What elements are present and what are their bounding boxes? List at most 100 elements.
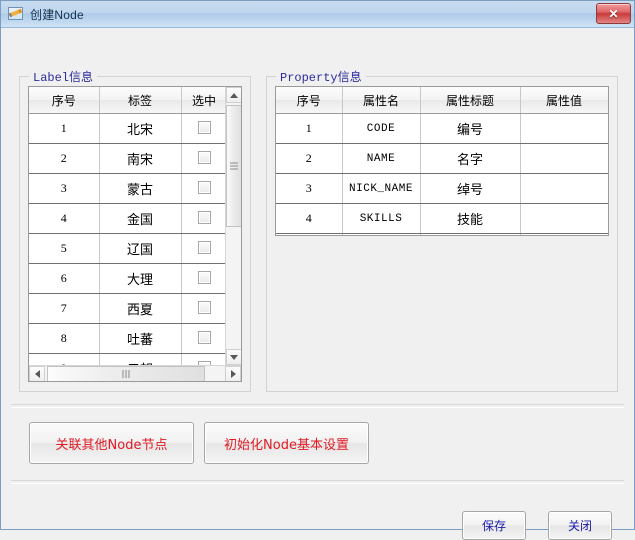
horizontal-scroll-thumb[interactable]: [47, 366, 205, 381]
label-info-legend: Label信息: [29, 68, 98, 85]
property-cell-title: 编号: [420, 113, 521, 144]
label-col-no[interactable]: 序号: [29, 87, 100, 114]
row-checkbox[interactable]: [197, 330, 211, 344]
property-cell-value[interactable]: [520, 143, 608, 174]
table-row[interactable]: 3 蒙古: [29, 173, 225, 204]
property-legend-suffix: 信息: [337, 70, 362, 84]
table-row[interactable]: 9元朝: [29, 353, 225, 365]
scroll-right-button[interactable]: [225, 366, 241, 381]
property-cell-name: ADDRESS: [342, 233, 421, 235]
label-grid-horizontal-scrollbar[interactable]: [29, 365, 241, 381]
property-grid[interactable]: 序号 属性名 属性标题 属性值 1 CODE 编号 2 NAME 名字 3 NICK_NA…: [275, 86, 609, 236]
label-cell-check[interactable]: [181, 323, 225, 354]
row-checkbox[interactable]: [197, 270, 211, 284]
save-button[interactable]: 保存: [462, 511, 526, 540]
label-cell-check[interactable]: [181, 203, 225, 234]
label-cell-label: 吐蕃: [99, 323, 182, 354]
label-grid-body: 1北宋 2南宋 3蒙古 4金国 5辽国 6大理 7西夏 8吐蕃 9元朝 10明朝…: [29, 113, 225, 365]
label-cell-check[interactable]: [181, 143, 225, 174]
label-legend-suffix: 信息: [69, 70, 94, 84]
label-cell-check[interactable]: [181, 353, 225, 365]
label-cell-no: 6: [29, 263, 100, 294]
label-cell-label: 金国: [99, 203, 182, 234]
property-cell-no: 2: [276, 143, 343, 174]
dialog-client-area: Label信息 序号 标签 选中 1 北宋 2 南宋 3 蒙古 4 金国 5 辽…: [1, 28, 634, 540]
arrow-up-icon: [230, 92, 238, 98]
property-col-value[interactable]: 属性值: [520, 87, 608, 114]
label-cell-check[interactable]: [181, 263, 225, 294]
window-title: 创建Node: [30, 7, 84, 22]
label-cell-label: 北宋: [99, 113, 182, 144]
table-row[interactable]: 1 北宋: [29, 113, 225, 144]
init-node-settings-button[interactable]: 初始化Node基本设置: [204, 422, 369, 464]
row-checkbox[interactable]: [197, 210, 211, 224]
label-cell-check[interactable]: [181, 233, 225, 264]
property-cell-value[interactable]: [520, 233, 608, 235]
property-col-title[interactable]: 属性标题: [420, 87, 521, 114]
row-checkbox[interactable]: [197, 180, 211, 194]
save-button-label: 保存: [481, 519, 506, 533]
label-cell-no: 9: [29, 353, 100, 365]
table-row[interactable]: 5 辽国: [29, 233, 225, 264]
label-cell-check[interactable]: [181, 293, 225, 324]
label-grid[interactable]: 序号 标签 选中 1 北宋 2 南宋 3 蒙古 4 金国 5 辽国 6 大理 7…: [28, 86, 242, 382]
close-window-button[interactable]: ✕: [596, 3, 631, 24]
row-checkbox[interactable]: [197, 300, 211, 314]
property-cell-value[interactable]: [520, 113, 608, 144]
table-row[interactable]: 2 NAME 名字: [276, 143, 608, 174]
label-col-check[interactable]: 选中: [181, 87, 225, 114]
init-node-settings-label: 初始化Node基本设置: [224, 437, 349, 453]
property-grid-table: 序号 属性名 属性标题 属性值 1 CODE 编号 2 NAME 名字 3 NICK_NA…: [276, 87, 608, 235]
row-checkbox[interactable]: [197, 240, 211, 254]
property-grid-header-row: 序号 属性名 属性标题 属性值: [276, 87, 608, 114]
vertical-scroll-thumb[interactable]: [226, 105, 241, 227]
relate-other-node-button[interactable]: 关联其他Node节点: [29, 422, 194, 464]
property-cell-no: 1: [276, 113, 343, 144]
label-cell-label: 元朝: [99, 353, 182, 365]
property-cell-no: 3: [276, 173, 343, 204]
property-cell-name: NAME: [342, 143, 421, 174]
scroll-grip-icon: [122, 370, 130, 378]
row-checkbox[interactable]: [197, 120, 211, 134]
table-row[interactable]: 8 吐蕃: [29, 323, 225, 354]
property-cell-value[interactable]: [520, 203, 608, 234]
label-cell-check[interactable]: [181, 113, 225, 144]
scroll-down-button[interactable]: [226, 349, 241, 365]
table-row[interactable]: 6 大理: [29, 263, 225, 294]
label-grid-vertical-scrollbar[interactable]: [225, 87, 241, 365]
table-row[interactable]: 7 西夏: [29, 293, 225, 324]
label-cell-no: 8: [29, 323, 100, 354]
arrow-left-icon: [34, 370, 40, 378]
table-row[interactable]: 3 NICK_NAME 绰号: [276, 173, 608, 204]
property-col-name[interactable]: 属性名: [342, 87, 421, 114]
table-row[interactable]: 4 金国: [29, 203, 225, 234]
scroll-up-button[interactable]: [226, 87, 241, 103]
create-node-dialog: 创建Node ✕ Label信息 序号 标签 选中 1 北宋 2 南宋 3 蒙古…: [0, 0, 635, 540]
table-row[interactable]: 4 SKILLS 技能: [276, 203, 608, 234]
row-checkbox[interactable]: [197, 150, 211, 164]
label-cell-no: 7: [29, 293, 100, 324]
close-button[interactable]: 关闭: [548, 511, 612, 540]
property-legend-prefix: Property: [280, 71, 338, 85]
property-info-legend: Property信息: [276, 68, 366, 85]
separator-upper: [11, 404, 624, 408]
label-cell-no: 2: [29, 143, 100, 174]
property-cell-title: 技能: [420, 203, 521, 234]
property-col-no[interactable]: 序号: [276, 87, 343, 114]
property-info-groupbox: Property信息 序号 属性名 属性标题 属性值 1 CODE 编号 2 N…: [266, 68, 618, 392]
label-cell-label: 大理: [99, 263, 182, 294]
property-cell-no: 5: [276, 233, 343, 235]
property-cell-title: 地址: [420, 233, 521, 235]
scroll-left-button[interactable]: [29, 366, 45, 381]
table-row[interactable]: 2 南宋: [29, 143, 225, 174]
label-col-label[interactable]: 标签: [99, 87, 182, 114]
property-cell-title: 名字: [420, 143, 521, 174]
property-cell-value[interactable]: [520, 173, 608, 204]
label-grid-header-row: 序号 标签 选中: [29, 87, 225, 114]
table-row[interactable]: 5ADDRESS地址: [276, 233, 608, 235]
table-row[interactable]: 1 CODE 编号: [276, 113, 608, 144]
label-info-groupbox: Label信息 序号 标签 选中 1 北宋 2 南宋 3 蒙古 4 金国 5 辽…: [19, 68, 251, 392]
property-cell-name: CODE: [342, 113, 421, 144]
label-cell-check[interactable]: [181, 173, 225, 204]
arrow-down-icon: [230, 354, 238, 360]
